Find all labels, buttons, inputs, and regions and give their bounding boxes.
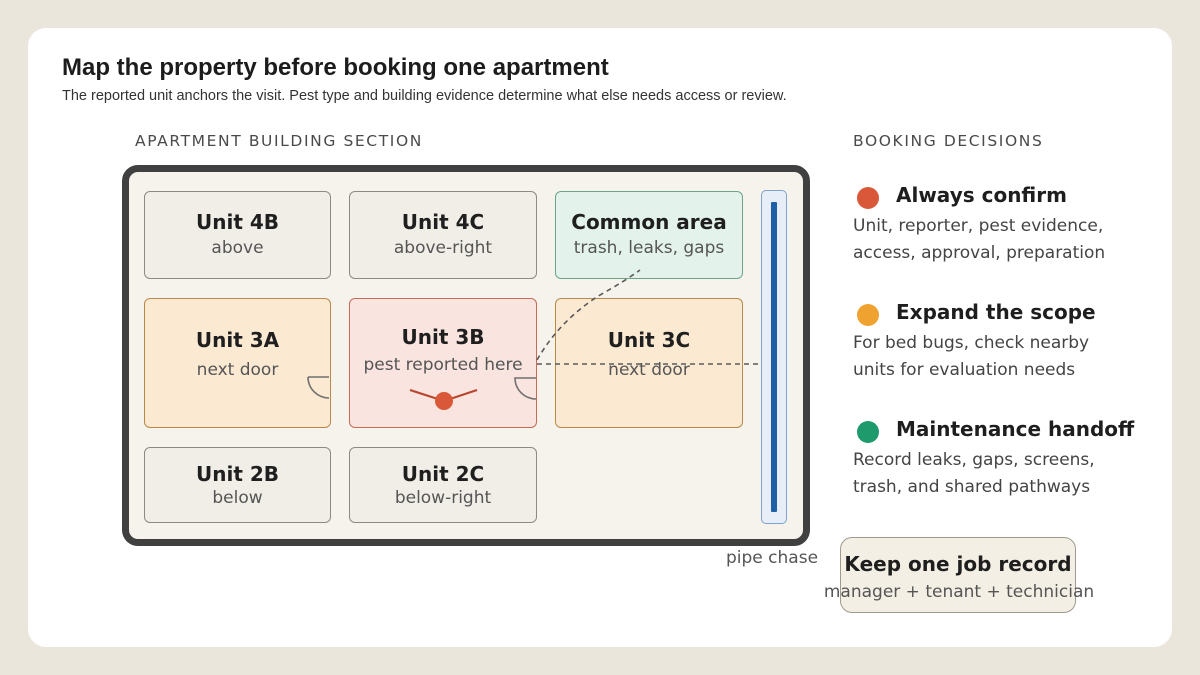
unit-relation: above-right bbox=[393, 238, 493, 258]
pipe-chase bbox=[761, 190, 787, 524]
unit-name: Unit 3A bbox=[195, 328, 280, 352]
pipe-chase-label: pipe chase bbox=[726, 548, 819, 568]
unit-2b: Unit 2B below bbox=[144, 447, 331, 523]
unit-name: Unit 2C bbox=[401, 462, 485, 486]
job-record-parties: manager + tenant + technician bbox=[823, 582, 1095, 602]
unit-relation: next door bbox=[608, 360, 690, 380]
unit-name: Unit 4C bbox=[401, 210, 485, 234]
page-title: Map the property before booking one apar… bbox=[62, 54, 609, 81]
unit-4b: Unit 4B above bbox=[144, 191, 331, 279]
decision-heading: Expand the scope bbox=[896, 300, 1096, 324]
unit-name: Unit 4B bbox=[195, 210, 280, 234]
pipe-riser bbox=[771, 202, 777, 512]
decision-detail: Unit, reporter, pest evidence, bbox=[853, 216, 1104, 236]
page-subtitle: The reported unit anchors the visit. Pes… bbox=[62, 88, 787, 104]
red-status-dot-icon bbox=[857, 187, 879, 209]
unit-name: Unit 3C bbox=[607, 328, 691, 352]
decision-heading: Maintenance handoff bbox=[896, 417, 1135, 441]
unit-relation: below-right bbox=[394, 488, 492, 508]
unit-name: Unit 3B bbox=[401, 325, 485, 349]
decision-detail: access, approval, preparation bbox=[853, 243, 1106, 263]
unit-relation: below bbox=[212, 488, 263, 508]
green-status-dot-icon bbox=[857, 421, 879, 443]
unit-relation: next door bbox=[196, 360, 279, 380]
unit-name: Unit 2B bbox=[195, 462, 280, 486]
unit-3b: Unit 3B pest reported here bbox=[349, 298, 537, 428]
decisions-section-label: BOOKING DECISIONS bbox=[853, 132, 1044, 150]
unit-relation: above bbox=[211, 238, 264, 258]
building-section-label: APARTMENT BUILDING SECTION bbox=[135, 132, 423, 150]
decision-detail: trash, and shared pathways bbox=[853, 477, 1091, 497]
orange-status-dot-icon bbox=[857, 304, 879, 326]
decision-detail: Record leaks, gaps, screens, bbox=[853, 450, 1095, 470]
decision-detail: For bed bugs, check nearby bbox=[853, 333, 1090, 353]
unit-name: Common area bbox=[571, 210, 727, 234]
unit-relation: trash, leaks, gaps bbox=[573, 238, 725, 258]
job-record-box: Keep one job record manager + tenant + t… bbox=[824, 537, 1094, 613]
unit-relation: pest reported here bbox=[363, 355, 523, 375]
unit-2c: Unit 2C below-right bbox=[349, 447, 537, 523]
decision-heading: Always confirm bbox=[896, 183, 1067, 207]
unit-4c: Unit 4C above-right bbox=[349, 191, 537, 279]
unit-3a: Unit 3A next door bbox=[144, 298, 331, 428]
job-record-heading: Keep one job record bbox=[844, 552, 1072, 576]
unit-3c: Unit 3C next door bbox=[555, 298, 743, 428]
common-area: Common area trash, leaks, gaps bbox=[555, 191, 743, 279]
decision-detail: units for evaluation needs bbox=[853, 360, 1076, 380]
